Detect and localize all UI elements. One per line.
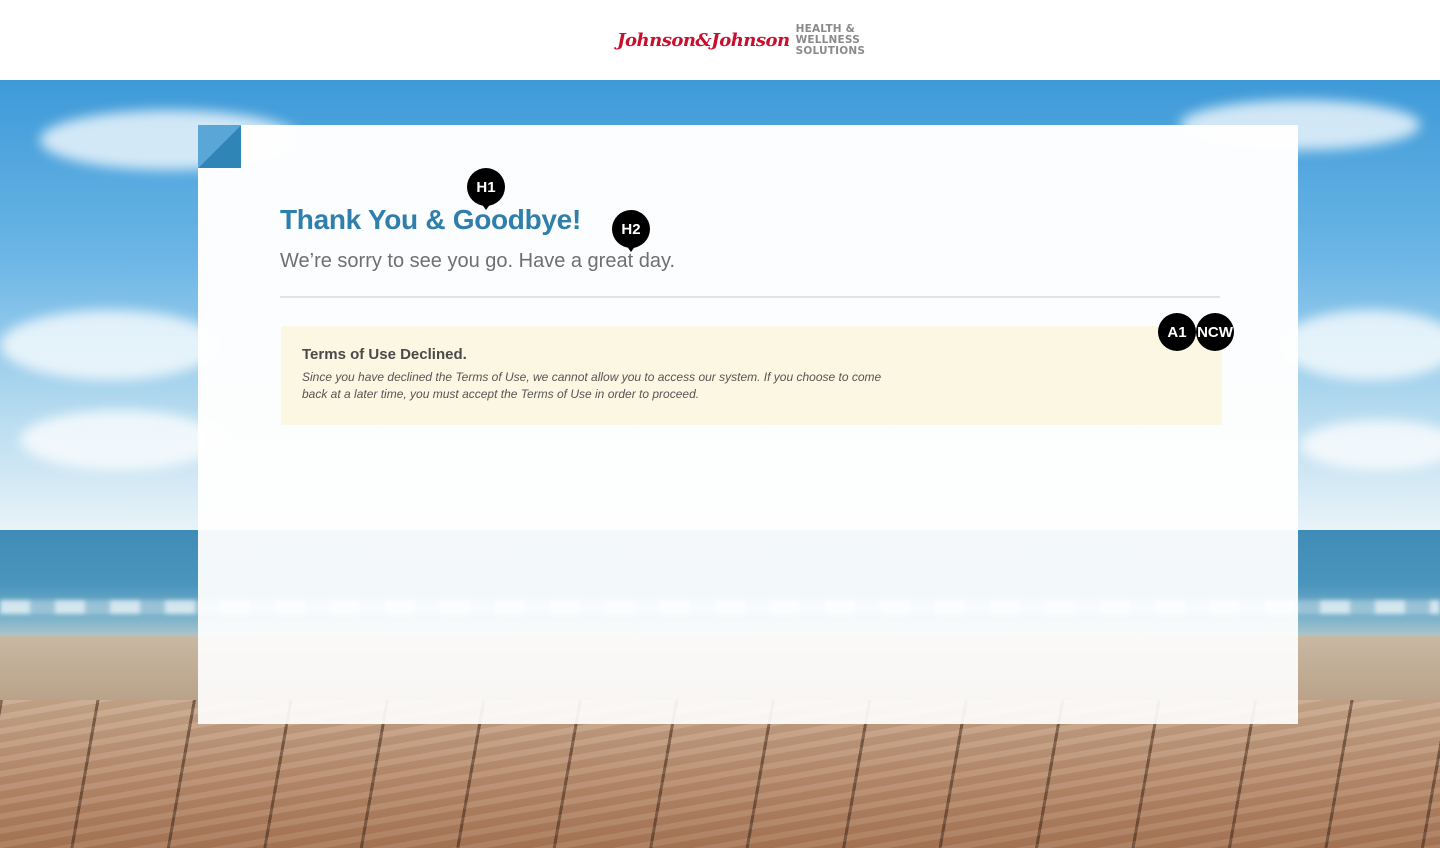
divider [280,296,1220,298]
h2-marker: H2 [612,210,650,256]
notice-title: Terms of Use Declined. [302,346,467,363]
folded-corner-shadow [198,125,241,168]
page-title: Thank You & Goodbye! [280,204,581,235]
ncw-badge: NCW [1196,313,1234,351]
h1-badge: H1 [467,168,505,206]
logo-tagline-line-3: SOLUTIONS [795,45,866,57]
cloud [20,410,220,470]
logo-tagline: HEALTH & WELLNESS SOLUTIONS [796,24,865,57]
h1-marker: H1 [467,168,505,214]
pin-tip-icon [481,203,491,210]
logo-wordmark: Johnson&Johnson [617,29,790,51]
notice-text: Since you have declined the Terms of Use… [302,370,882,401]
cloud [0,310,220,380]
terms-declined-notice: Terms of Use Declined. Since you have de… [281,326,1222,425]
site-header: Johnson&Johnson HEALTH & WELLNESS SOLUTI… [0,0,1440,80]
h2-badge: H2 [612,210,650,248]
pin-tip-icon [626,245,636,252]
jnj-logo[interactable]: Johnson&Johnson HEALTH & WELLNESS SOLUTI… [617,24,865,57]
a1-badge: A1 [1158,313,1196,351]
